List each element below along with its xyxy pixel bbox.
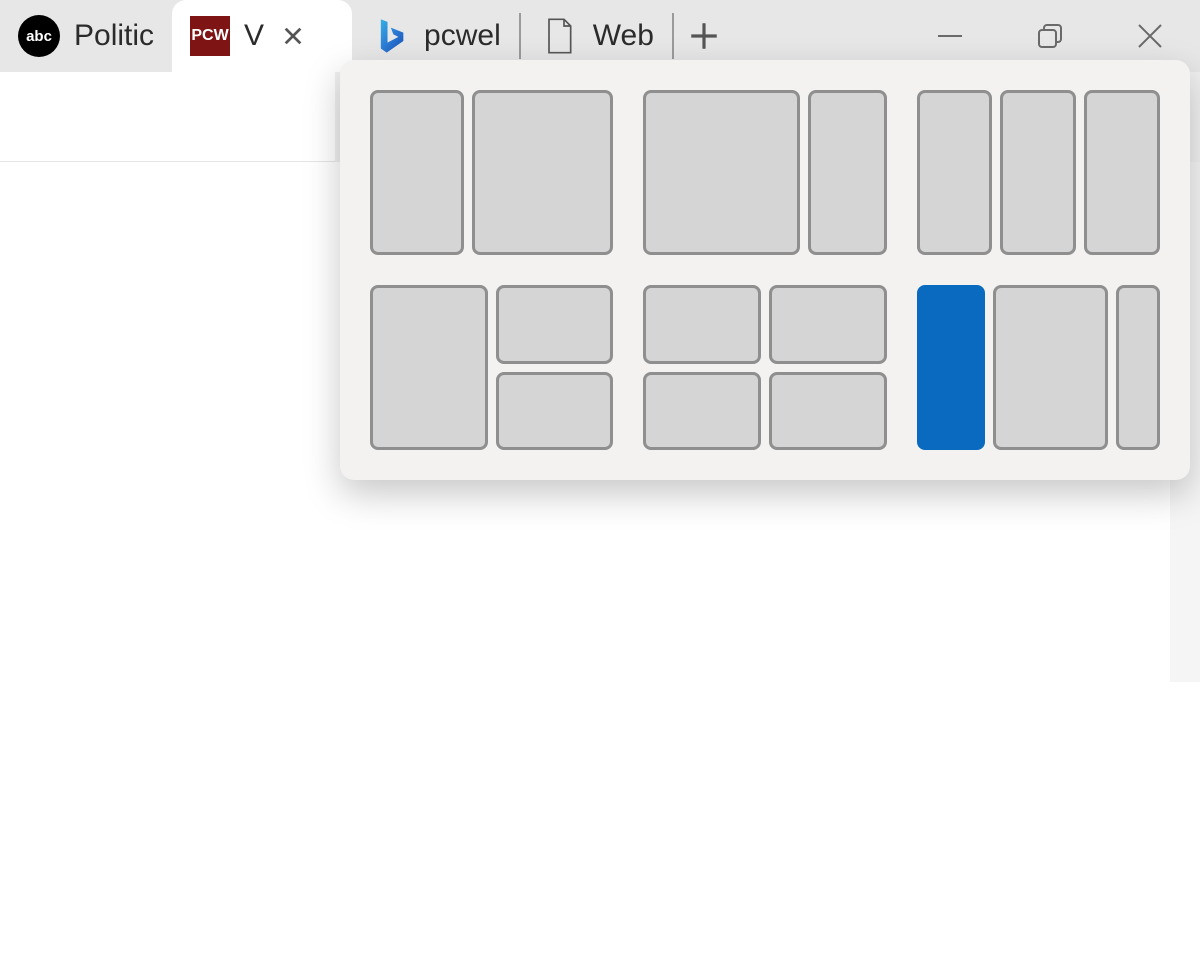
page-icon: [539, 16, 579, 56]
snap-layout-flyout: [340, 60, 1190, 480]
snap-zone[interactable]: [370, 90, 464, 255]
close-icon[interactable]: [278, 25, 308, 47]
minimize-button[interactable]: [900, 6, 1000, 66]
snap-zone[interactable]: [1000, 90, 1076, 255]
snap-zone[interactable]: [643, 90, 800, 255]
snap-zone[interactable]: [496, 372, 614, 451]
snap-layout-5[interactable]: [643, 285, 886, 450]
bing-icon: [370, 16, 410, 56]
maximize-restore-button[interactable]: [1000, 6, 1100, 66]
snap-zone[interactable]: [643, 285, 761, 364]
snap-layout-4[interactable]: [370, 285, 613, 450]
snap-zone[interactable]: [643, 372, 761, 451]
snap-zone[interactable]: [808, 90, 886, 255]
snap-zone[interactable]: [769, 285, 887, 364]
snap-layout-3[interactable]: [917, 90, 1160, 255]
snap-zone[interactable]: [472, 90, 613, 255]
address-bar[interactable]: [0, 72, 335, 162]
snap-layout-6[interactable]: [917, 285, 1160, 450]
snap-zone[interactable]: [769, 372, 887, 451]
snap-zone-selected[interactable]: [917, 285, 985, 450]
snap-zone[interactable]: [993, 285, 1108, 450]
tab-title: Politic: [74, 19, 154, 53]
snap-zone[interactable]: [496, 285, 614, 364]
snap-zone[interactable]: [1116, 285, 1160, 450]
abc-icon: abc: [18, 15, 60, 57]
snap-zone[interactable]: [370, 285, 488, 450]
close-window-button[interactable]: [1100, 6, 1200, 66]
tab-title: Web: [593, 19, 654, 53]
tab-title: pcwel: [424, 19, 501, 53]
tab-politic[interactable]: abc Politic: [0, 0, 172, 72]
snap-zone[interactable]: [917, 90, 993, 255]
pcw-icon: PCW: [190, 16, 230, 56]
snap-layout-1[interactable]: [370, 90, 613, 255]
snap-zone[interactable]: [1084, 90, 1160, 255]
tab-title: V: [244, 19, 264, 53]
tab-pcw-active[interactable]: PCW V: [172, 0, 352, 72]
snap-layout-2[interactable]: [643, 90, 886, 255]
